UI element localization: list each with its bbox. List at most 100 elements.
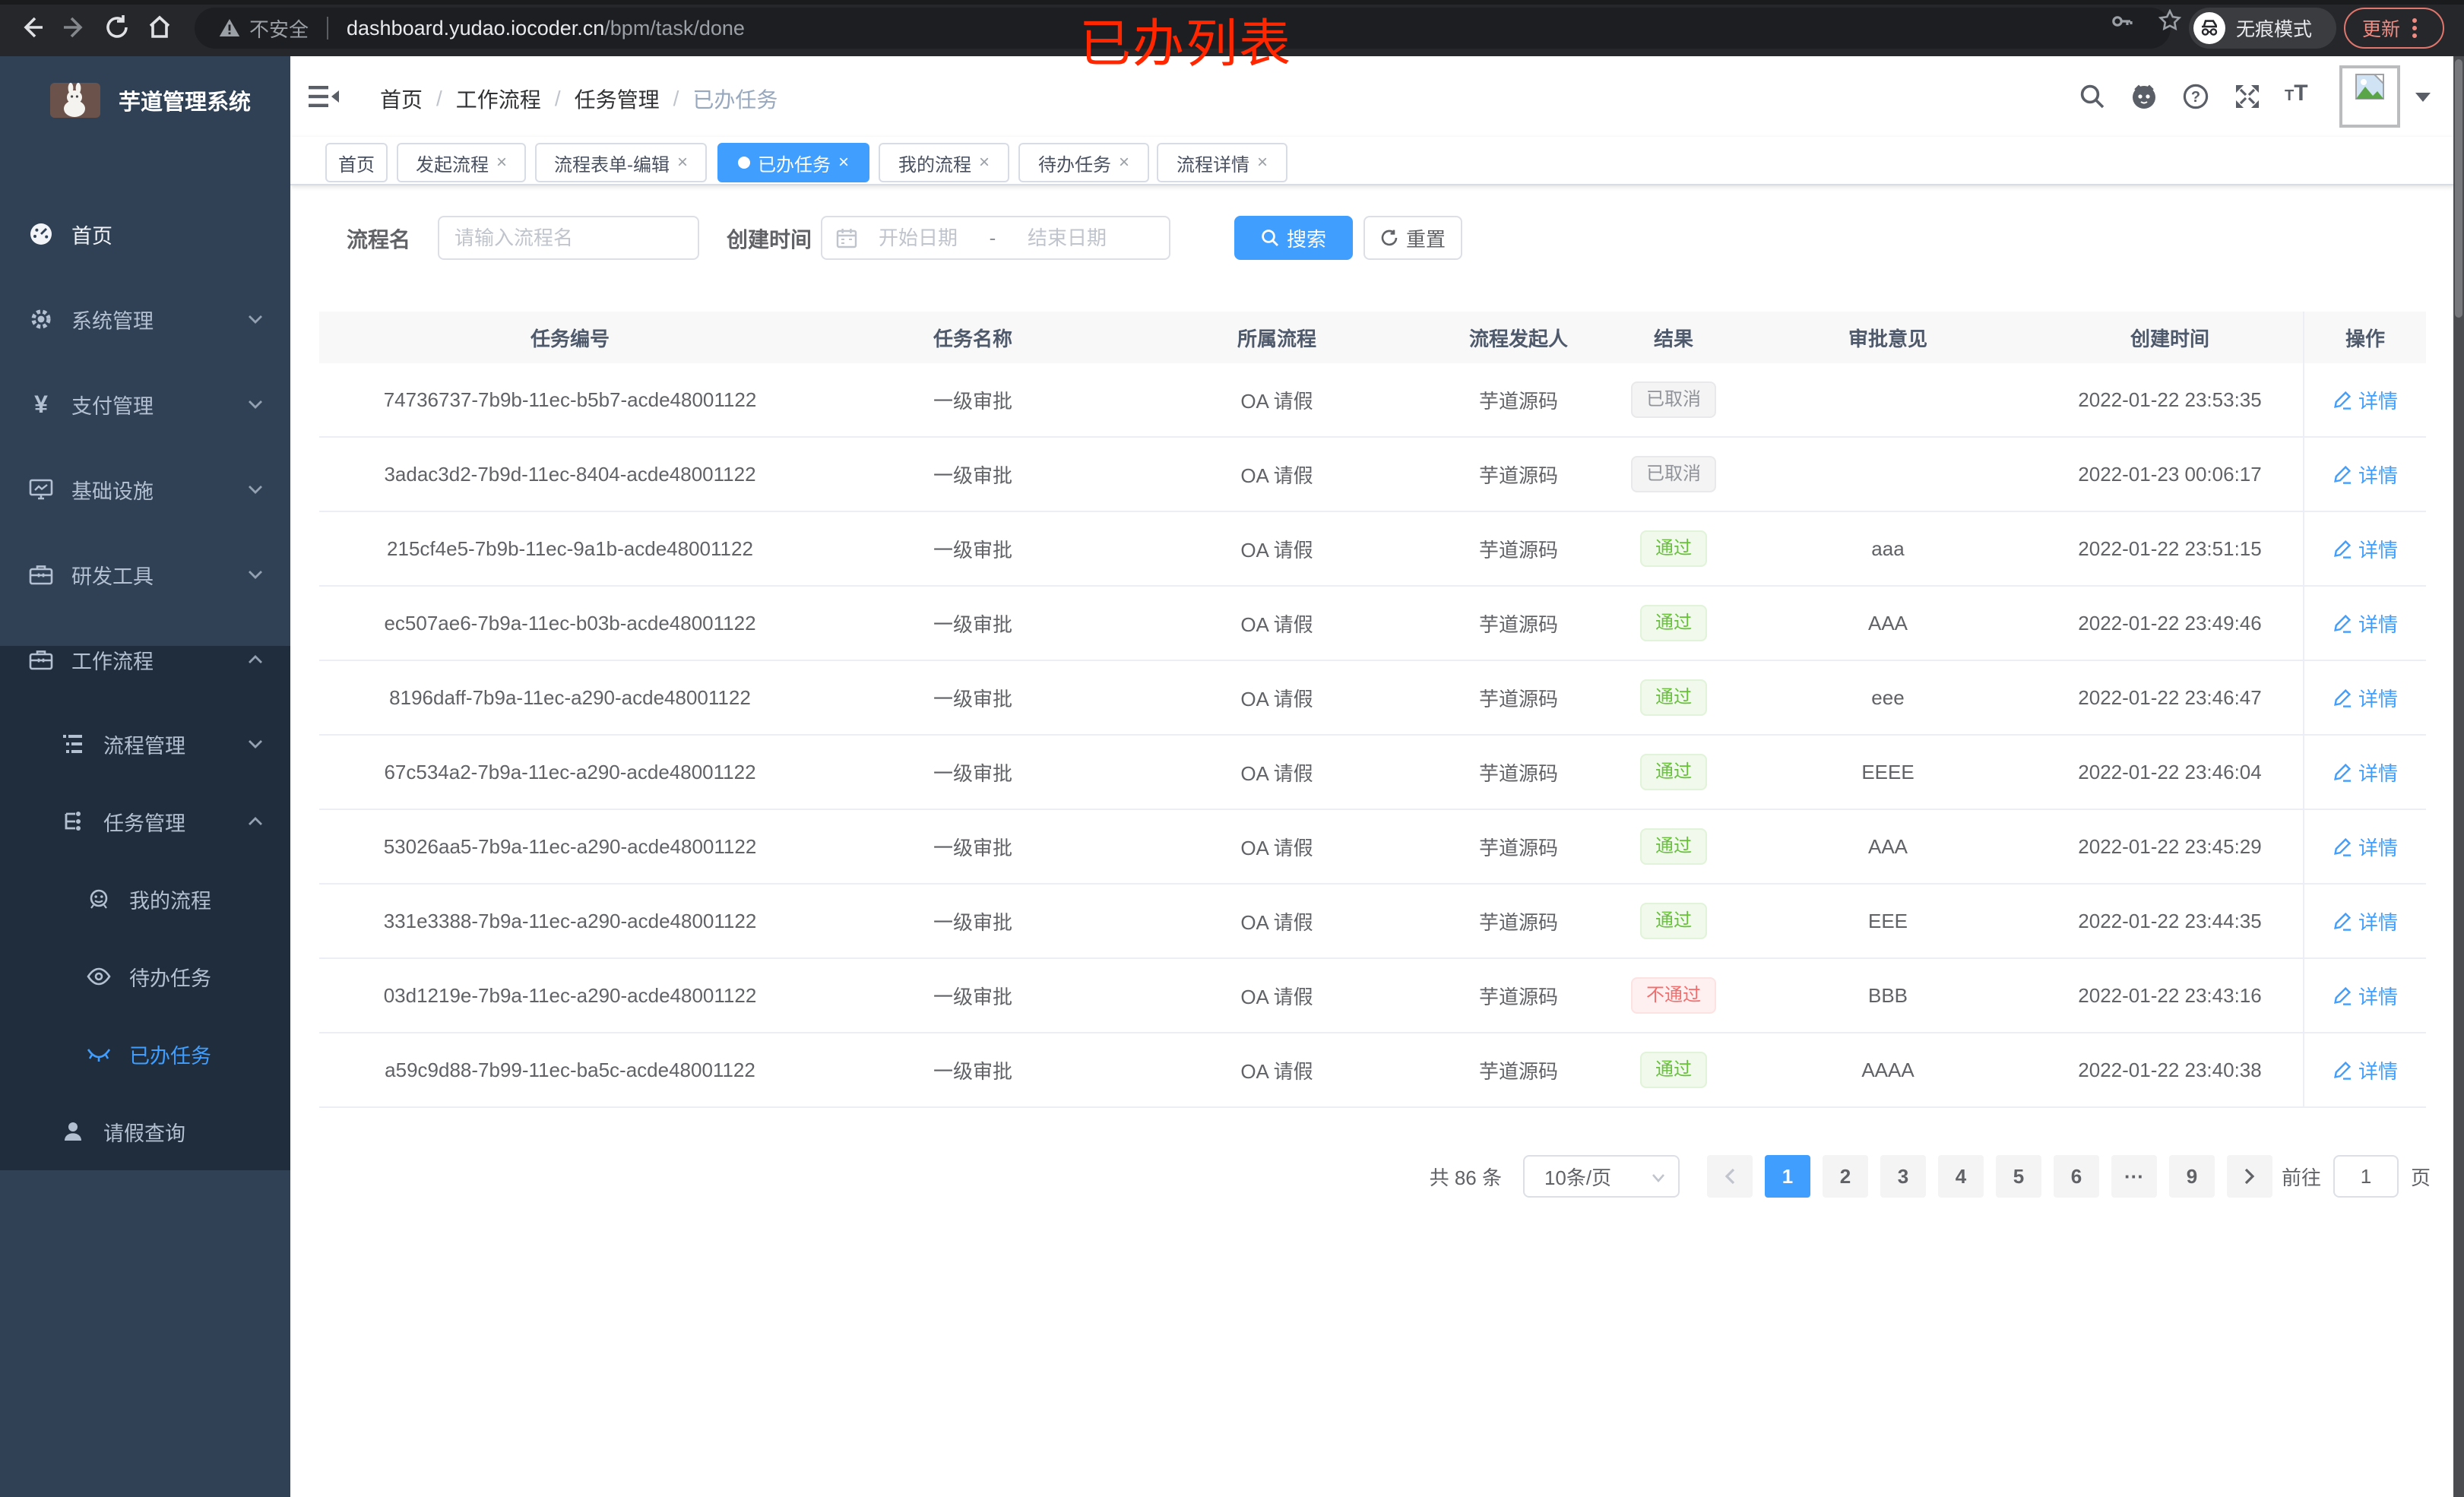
sidebar-item-devtools[interactable]: 研发工具 xyxy=(0,532,290,617)
sidebar-item-workflow[interactable]: 工作流程 xyxy=(0,617,290,702)
help-icon[interactable]: ? xyxy=(2183,84,2209,109)
detail-button[interactable]: 详情 xyxy=(2333,982,2398,1010)
sidebar-item-label: 待办任务 xyxy=(129,967,211,990)
date-range-picker[interactable]: - xyxy=(821,216,1170,260)
sidebar-item-infrastructure[interactable]: 基础设施 xyxy=(0,447,290,532)
detail-label: 详情 xyxy=(2358,985,2398,1008)
tab-todo-tasks[interactable]: 待办任务 × xyxy=(1018,143,1149,182)
sidebar-item-task-management[interactable]: 任务管理 xyxy=(0,783,290,860)
sidebar-item-home[interactable]: 首页 xyxy=(0,191,290,277)
tab-home[interactable]: 首页 xyxy=(325,143,388,182)
cell-starter: 芋道源码 xyxy=(1478,538,1558,562)
detail-button[interactable]: 详情 xyxy=(2333,1056,2398,1084)
close-icon[interactable]: × xyxy=(838,153,849,172)
chevron-down-icon xyxy=(249,740,262,748)
fullscreen-icon[interactable] xyxy=(2234,84,2260,109)
search-button[interactable]: 搜索 xyxy=(1234,216,1353,260)
sidebar-item-label: 系统管理 xyxy=(71,309,154,333)
tab-process-detail[interactable]: 流程详情 × xyxy=(1157,143,1287,182)
column-header-task-id: 任务编号 xyxy=(530,327,610,350)
page-button-5[interactable]: 5 xyxy=(1995,1155,2041,1198)
search-icon[interactable] xyxy=(2079,84,2105,109)
cell-task-id: 74736737-7b9b-11ec-b5b7-acde48001122 xyxy=(383,388,757,411)
avatar[interactable] xyxy=(2339,65,2400,128)
reload-icon[interactable] xyxy=(103,14,131,41)
goto-page-input[interactable] xyxy=(2333,1155,2399,1198)
close-icon[interactable]: × xyxy=(1257,153,1268,172)
sidebar-item-process-management[interactable]: 流程管理 xyxy=(0,705,290,783)
detail-button[interactable]: 详情 xyxy=(2333,907,2398,935)
process-name-input[interactable] xyxy=(438,216,699,260)
detail-label: 详情 xyxy=(2358,1059,2398,1083)
chevron-down-icon xyxy=(249,400,262,409)
forward-icon[interactable] xyxy=(61,14,88,41)
avatar-dropdown-caret[interactable] xyxy=(2415,93,2431,102)
update-button[interactable]: 更新 xyxy=(2344,8,2444,49)
sidebar-item-my-process[interactable]: 我的流程 xyxy=(0,860,290,938)
logo-row[interactable]: 芋道管理系统 xyxy=(0,62,290,138)
sidebar-item-system[interactable]: 系统管理 xyxy=(0,277,290,362)
detail-button[interactable]: 详情 xyxy=(2333,460,2398,489)
tab-start-process[interactable]: 发起流程 × xyxy=(397,143,526,182)
broken-image-icon xyxy=(2355,74,2384,100)
cell-process: OA 请假 xyxy=(1240,836,1313,859)
page-size-select[interactable]: 10条/页 xyxy=(1522,1155,1680,1198)
back-icon[interactable] xyxy=(18,14,46,41)
tab-done-tasks[interactable]: 已办任务 × xyxy=(717,143,869,182)
cell-task-id: 331e3388-7b9a-11ec-a290-acde48001122 xyxy=(383,909,757,932)
page-button-2[interactable]: 2 xyxy=(1822,1155,1868,1198)
sidebar-item-payment[interactable]: ¥ 支付管理 xyxy=(0,362,290,447)
table-row: ec507ae6-7b9a-11ec-b03b-acde48001122 一级审… xyxy=(319,587,2426,661)
close-icon[interactable]: × xyxy=(677,153,688,172)
detail-button[interactable]: 详情 xyxy=(2333,758,2398,786)
star-icon[interactable] xyxy=(2158,9,2181,32)
sidebar-item-todo-tasks[interactable]: 待办任务 xyxy=(0,938,290,1015)
page-size-value: 10条/页 xyxy=(1544,1166,1612,1189)
close-icon[interactable]: × xyxy=(1119,153,1129,172)
page-button-6[interactable]: 6 xyxy=(2053,1155,2099,1198)
home-icon[interactable] xyxy=(146,14,173,41)
gear-icon xyxy=(29,307,53,331)
detail-button[interactable]: 详情 xyxy=(2333,684,2398,712)
breadcrumb-workflow[interactable]: 工作流程 xyxy=(456,84,541,114)
sidebar-collapse-icon[interactable] xyxy=(309,85,339,108)
sidebar-item-label: 已办任务 xyxy=(129,1044,211,1068)
page-button-3[interactable]: 3 xyxy=(1880,1155,1926,1198)
edit-icon xyxy=(2334,912,2352,931)
cell-task-id: 3adac3d2-7b9d-11ec-8404-acde48001122 xyxy=(384,462,756,486)
page-button-9[interactable]: 9 xyxy=(2168,1155,2215,1198)
breadcrumb-current: 已办任务 xyxy=(692,88,778,112)
date-end-input[interactable] xyxy=(1006,226,1128,250)
sidebar-item-done-tasks[interactable]: 已办任务 xyxy=(0,1015,290,1093)
breadcrumb-task-management[interactable]: 任务管理 xyxy=(575,84,660,114)
tab-my-process[interactable]: 我的流程 × xyxy=(879,143,1009,182)
sidebar-item-leave-query[interactable]: 请假查询 xyxy=(0,1093,290,1170)
date-start-input[interactable] xyxy=(857,226,979,250)
font-size-icon[interactable]: TT xyxy=(2285,81,2308,106)
incognito-badge: 无痕模式 xyxy=(2189,8,2336,49)
prev-page-button[interactable] xyxy=(1706,1155,1753,1198)
edit-icon xyxy=(2334,540,2352,559)
tab-form-edit[interactable]: 流程表单-编辑 × xyxy=(535,143,707,182)
kebab-menu-icon[interactable] xyxy=(2412,18,2418,38)
close-icon[interactable]: × xyxy=(979,153,990,172)
flow-icon xyxy=(61,809,85,834)
reset-button[interactable]: 重置 xyxy=(1363,216,1462,260)
page-button-4[interactable]: 4 xyxy=(1937,1155,1984,1198)
breadcrumb-home[interactable]: 首页 xyxy=(380,84,423,114)
page-ellipsis[interactable]: ··· xyxy=(2111,1155,2157,1198)
github-icon[interactable] xyxy=(2131,84,2157,109)
breadcrumb-separator: / xyxy=(554,87,561,110)
next-page-button[interactable] xyxy=(2226,1155,2272,1198)
detail-button[interactable]: 详情 xyxy=(2333,386,2398,414)
close-icon[interactable]: × xyxy=(496,153,507,172)
page-button-1[interactable]: 1 xyxy=(1764,1155,1810,1198)
detail-button[interactable]: 详情 xyxy=(2333,833,2398,861)
page-scrollbar[interactable] xyxy=(2453,56,2464,1497)
detail-button[interactable]: 详情 xyxy=(2333,609,2398,638)
key-icon[interactable] xyxy=(2111,11,2133,32)
scrollbar-thumb[interactable] xyxy=(2455,59,2462,318)
detail-button[interactable]: 详情 xyxy=(2333,535,2398,563)
result-badge: 通过 xyxy=(1640,903,1707,939)
app-logo xyxy=(50,83,100,118)
